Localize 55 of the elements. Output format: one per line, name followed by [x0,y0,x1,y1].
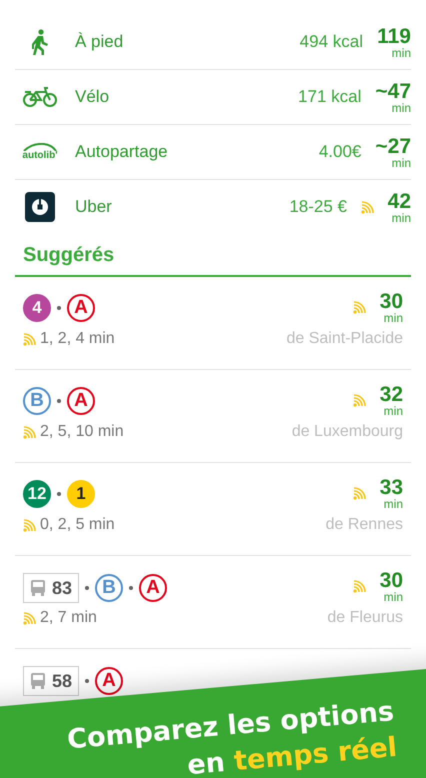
separator-dot [57,399,61,403]
duration: ~27 [375,136,411,156]
mode-detail: 494 kcal [300,32,363,52]
duration-unit: min [392,212,411,224]
duration: 30 [380,291,403,312]
duration-unit: min [384,312,403,324]
separator-dot [57,306,61,310]
bus-line-badge: 58 [23,666,80,696]
separator-dot [129,586,134,590]
duration: 42 [388,190,411,212]
mode-detail: 18-25 € [289,197,347,217]
origin-stop: de Saint-Placide [286,330,403,348]
mode-detail: 171 kcal [298,87,362,107]
line-badge: B [95,574,124,602]
departure-times: 2, 5, 10 min [40,423,124,441]
duration-unit: min [392,102,411,114]
duration: 119 [377,26,411,46]
line-badge: 12 [23,480,51,508]
duration: 33 [380,477,403,498]
separator-dot [85,586,90,590]
duration-unit: min [384,591,403,603]
mode-name: Vélo [75,87,110,107]
duration: 30 [380,570,403,591]
bus-line-badge: 83 [23,573,80,603]
walking-person-icon [31,29,49,55]
mode-detail: 4.00€ [318,142,362,162]
origin-stop: de Fleurus [327,609,403,627]
line-badge: 1 [67,480,95,508]
line-badge: A [67,387,95,415]
mode-name: Autopartage [75,142,169,162]
separator-dot [57,492,61,496]
origin-stop: de Luxembourg [292,423,403,441]
bicycle-icon [22,86,58,108]
section-title: Suggérés [15,234,411,277]
departure-times: 1, 2, 4 min [40,330,115,348]
duration-unit: min [392,46,411,58]
departure-times: 2, 7 min [40,609,97,627]
duration: 32 [380,384,403,405]
mode-name: Uber [75,197,113,217]
line-badge: A [67,294,95,322]
autolib-logo: autolib' [20,143,60,161]
line-badge: A [95,667,124,695]
mode-name: À pied [75,32,124,52]
duration: ~47 [375,80,411,102]
duration-unit: min [392,156,411,168]
departure-times: 0, 2, 5 min [40,516,115,534]
origin-stop: de Rennes [326,516,403,534]
line-badge: A [139,574,168,602]
ride-app-icon [25,192,55,222]
line-badge: 4 [23,294,51,322]
duration-unit: min [384,405,403,417]
separator-dot [85,679,90,683]
banner-caption: Comparez les options en temps réel [66,695,399,778]
line-badge: B [23,387,51,415]
duration-unit: min [384,498,403,510]
